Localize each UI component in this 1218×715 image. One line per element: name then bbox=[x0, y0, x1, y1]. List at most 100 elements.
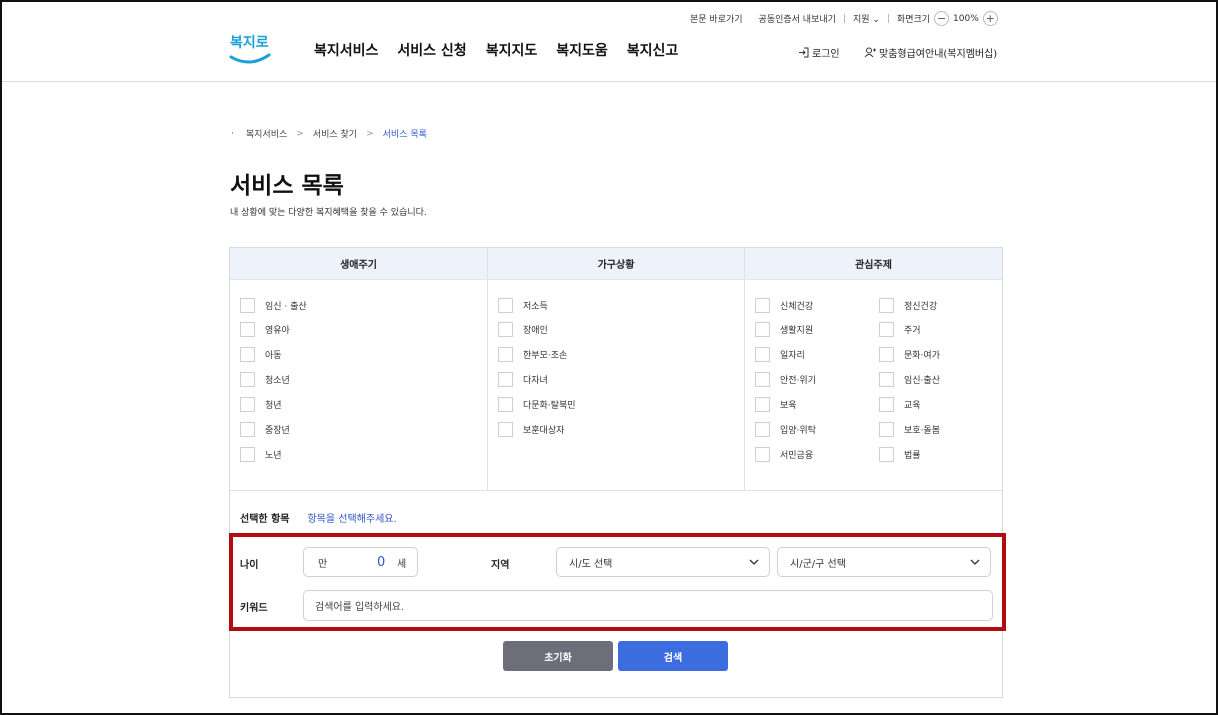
checkbox-label: 보훈대상자 bbox=[523, 425, 565, 436]
chevron-down-icon bbox=[970, 559, 980, 565]
checkbox-item[interactable]: 정신건강 bbox=[879, 297, 940, 313]
checkbox-label: 영유아 bbox=[265, 326, 290, 337]
checkbox[interactable] bbox=[879, 421, 894, 437]
life-cycle-column: 생애주기 임신 · 출산 영유아 아동 청소년 청년 중장년 노년 bbox=[230, 248, 488, 490]
checkbox-item[interactable]: 보훈대상자 bbox=[498, 421, 576, 437]
selected-items-label: 선택한 항목 bbox=[240, 514, 290, 525]
zoom-out-button[interactable]: − bbox=[934, 11, 950, 26]
zoom-in-button[interactable]: + bbox=[982, 11, 998, 26]
checkbox-label: 교육 bbox=[904, 401, 921, 412]
checkbox[interactable] bbox=[755, 347, 770, 363]
checkbox[interactable] bbox=[755, 421, 770, 437]
nav-welfare-services[interactable]: 복지서비스 bbox=[314, 40, 378, 60]
checkbox-item[interactable]: 입양·위탁 bbox=[755, 421, 816, 437]
checkbox-item[interactable]: 임신 · 출산 bbox=[240, 297, 307, 313]
sigungu-select[interactable]: 시/군/구 선택 bbox=[777, 547, 991, 577]
checkbox-label: 주거 bbox=[904, 326, 921, 337]
checkbox-item[interactable]: 영유아 bbox=[240, 322, 307, 338]
checkbox-item[interactable]: 한부모·조손 bbox=[498, 347, 576, 363]
breadcrumb-bullet: · bbox=[231, 128, 234, 139]
checkbox-item[interactable]: 일자리 bbox=[755, 347, 816, 363]
custom-benefit-label: 맞춤형급여안내(복지멤버십) bbox=[879, 49, 998, 60]
reset-button[interactable]: 초기화 bbox=[503, 641, 613, 671]
zoom-label: 화면크기 bbox=[896, 15, 931, 25]
checkbox-item[interactable]: 임신·출산 bbox=[879, 372, 940, 388]
checkbox[interactable] bbox=[240, 322, 255, 338]
checkbox[interactable] bbox=[240, 372, 255, 388]
checkbox-label: 보호·돌봄 bbox=[904, 425, 940, 436]
checkbox-item[interactable]: 청년 bbox=[240, 397, 307, 413]
checkbox[interactable] bbox=[240, 446, 255, 462]
divider bbox=[887, 14, 889, 23]
checkbox[interactable] bbox=[755, 372, 770, 388]
chevron-down-icon: ⌄ bbox=[872, 15, 880, 25]
checkbox-item[interactable]: 아동 bbox=[240, 347, 307, 363]
checkbox[interactable] bbox=[755, 446, 770, 462]
breadcrumb-item[interactable]: 복지서비스 bbox=[246, 127, 287, 140]
checkbox-item[interactable]: 보육 bbox=[755, 397, 816, 413]
checkbox[interactable] bbox=[240, 397, 255, 413]
checkbox[interactable] bbox=[755, 397, 770, 413]
checkbox[interactable] bbox=[755, 322, 770, 338]
checkbox-label: 신체건강 bbox=[780, 301, 814, 312]
login-link[interactable]: 로그인 bbox=[798, 45, 840, 60]
skip-link[interactable]: 본문 바로가기 bbox=[690, 12, 743, 25]
checkbox-item[interactable]: 다자녀 bbox=[498, 372, 576, 388]
checkbox-item[interactable]: 법률 bbox=[879, 446, 940, 462]
sigungu-select-value: 시/군/구 선택 bbox=[790, 558, 846, 570]
nav-service-apply[interactable]: 서비스 신청 bbox=[397, 40, 466, 60]
checkbox-item[interactable]: 안전·위기 bbox=[755, 372, 816, 388]
checkbox[interactable] bbox=[879, 297, 894, 313]
checkbox-item[interactable]: 보호·돌봄 bbox=[879, 421, 940, 437]
checkbox[interactable] bbox=[240, 421, 255, 437]
checkbox[interactable] bbox=[879, 397, 894, 413]
breadcrumb-item[interactable]: 서비스 찾기 bbox=[313, 127, 357, 140]
age-value[interactable]: 0 bbox=[377, 555, 385, 570]
checkbox[interactable] bbox=[879, 372, 894, 388]
age-label: 나이 bbox=[240, 560, 259, 571]
checkbox-item[interactable]: 저소득 bbox=[498, 297, 576, 313]
checkbox[interactable] bbox=[879, 347, 894, 363]
checkbox[interactable] bbox=[879, 446, 894, 462]
keyword-label: 키워드 bbox=[240, 603, 268, 614]
interest-list-right: 정신건강주거문화·여가임신·출산교육보호·돌봄법률 bbox=[879, 297, 940, 471]
checkbox[interactable] bbox=[498, 322, 513, 338]
nav-welfare-help[interactable]: 복지도움 bbox=[556, 40, 608, 60]
checkbox-item[interactable]: 서민금융 bbox=[755, 446, 816, 462]
nav-welfare-map[interactable]: 복지지도 bbox=[486, 40, 538, 60]
checkbox[interactable] bbox=[879, 322, 894, 338]
checkbox-label: 저소득 bbox=[523, 301, 548, 312]
logo-mark: 복지로 bbox=[229, 35, 271, 64]
checkbox[interactable] bbox=[498, 397, 513, 413]
keyword-placeholder: 검색어를 입력하세요. bbox=[315, 602, 405, 613]
cert-export-link[interactable]: 공동인증서 내보내기 bbox=[759, 12, 836, 25]
custom-benefit-link[interactable]: 맞춤형급여안내(복지멤버십) bbox=[864, 45, 997, 60]
checkbox-item[interactable]: 문화·여가 bbox=[879, 347, 940, 363]
checkbox-item[interactable]: 청소년 bbox=[240, 372, 307, 388]
sido-select[interactable]: 시/도 선택 bbox=[556, 547, 770, 577]
search-button[interactable]: 검색 bbox=[618, 641, 728, 671]
nav-welfare-report[interactable]: 복지신고 bbox=[627, 40, 679, 60]
checkbox-item[interactable]: 주거 bbox=[879, 322, 940, 338]
checkbox[interactable] bbox=[240, 297, 255, 313]
checkbox-item[interactable]: 중장년 bbox=[240, 421, 307, 437]
checkbox[interactable] bbox=[498, 297, 513, 313]
checkbox[interactable] bbox=[498, 347, 513, 363]
site-logo[interactable]: 복지로 bbox=[228, 30, 272, 68]
checkbox-item[interactable]: 생활지원 bbox=[755, 322, 816, 338]
support-dropdown[interactable]: 지원 ⌄ bbox=[853, 12, 880, 25]
checkbox[interactable] bbox=[755, 297, 770, 313]
checkbox-label: 아동 bbox=[265, 351, 282, 362]
checkbox[interactable] bbox=[240, 347, 255, 363]
checkbox-item[interactable]: 교육 bbox=[879, 397, 940, 413]
age-input[interactable]: 만 0 세 bbox=[303, 547, 418, 577]
checkbox-item[interactable]: 다문화·탈북민 bbox=[498, 397, 576, 413]
checkbox-label: 입양·위탁 bbox=[780, 425, 816, 436]
checkbox-item[interactable]: 신체건강 bbox=[755, 297, 816, 313]
checkbox-item[interactable]: 노년 bbox=[240, 446, 307, 462]
checkbox[interactable] bbox=[498, 421, 513, 437]
checkbox-item[interactable]: 장애인 bbox=[498, 322, 576, 338]
checkbox[interactable] bbox=[498, 372, 513, 388]
breadcrumb-current: 서비스 목록 bbox=[382, 130, 427, 140]
keyword-input[interactable]: 검색어를 입력하세요. bbox=[303, 590, 993, 621]
